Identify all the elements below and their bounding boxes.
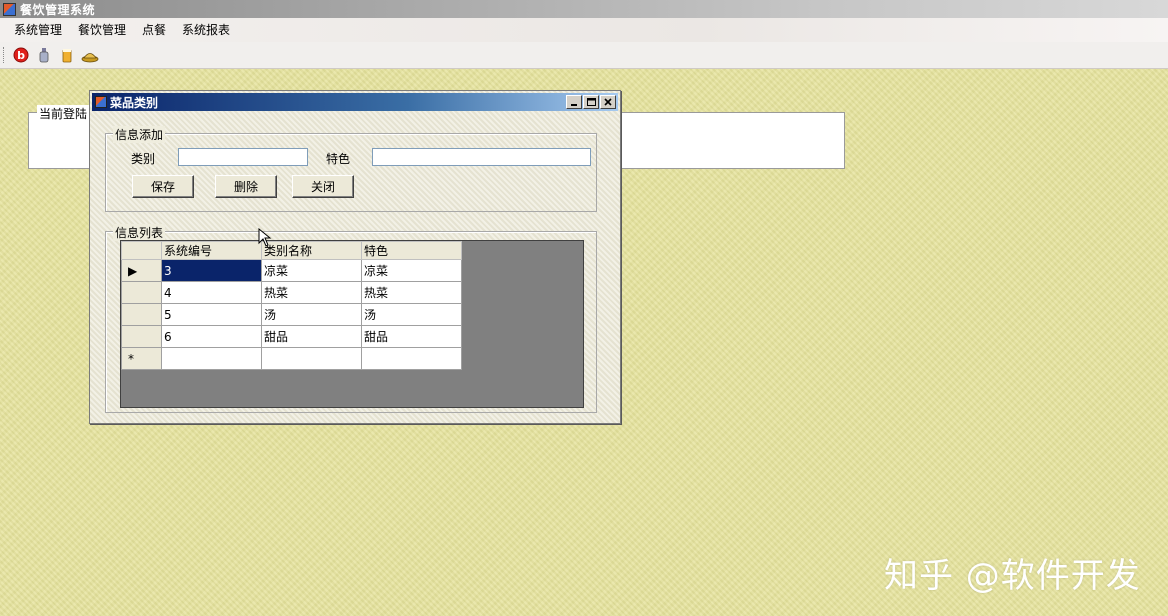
svg-text:b: b (17, 49, 25, 62)
column-header-id[interactable]: 系统编号 (161, 241, 262, 260)
table-cell[interactable]: 热菜 (261, 281, 362, 304)
toolbar-button-4[interactable] (80, 45, 100, 65)
row-header[interactable] (121, 303, 162, 326)
window-controls (565, 95, 616, 109)
maximize-icon (586, 98, 596, 106)
app-title: 餐饮管理系统 (20, 2, 96, 17)
beer-icon (62, 49, 72, 63)
column-header-feature[interactable]: 特色 (361, 241, 462, 260)
app-icon (3, 2, 16, 16)
table-cell[interactable]: 甜品 (361, 325, 462, 348)
table-cell[interactable]: 汤 (261, 303, 362, 326)
toolbar-button-2[interactable] (34, 45, 54, 65)
new-row[interactable]: * (121, 347, 462, 370)
grid-header-row: 系统编号 类别名称 特色 (121, 241, 462, 260)
info-add-legend: 信息添加 (113, 126, 166, 143)
table-row[interactable]: 4 热菜 热菜 (121, 281, 462, 304)
table-cell[interactable] (261, 347, 362, 370)
table-cell[interactable] (161, 347, 262, 370)
category-data-grid[interactable]: 系统编号 类别名称 特色 ▶ 3 凉菜 凉菜 4 热菜 热菜 5 汤 汤 6 甜… (120, 240, 584, 408)
dialog-icon (95, 96, 107, 108)
close-button[interactable]: 关闭 (292, 175, 354, 198)
save-button[interactable]: 保存 (132, 175, 194, 198)
close-icon (604, 98, 612, 106)
baidu-b-icon: b (13, 47, 29, 63)
row-header[interactable] (121, 281, 162, 304)
table-cell[interactable]: 凉菜 (361, 259, 462, 282)
row-header-corner[interactable] (121, 241, 162, 260)
minimize-icon (571, 104, 577, 106)
bottle-icon (39, 48, 49, 63)
table-cell[interactable] (361, 347, 462, 370)
toolbar-button-3[interactable] (57, 45, 77, 65)
maximize-button[interactable] (583, 95, 599, 109)
table-row[interactable]: 6 甜品 甜品 (121, 325, 462, 348)
dialog-title: 菜品类别 (110, 95, 159, 110)
info-add-group: 信息添加 类别 特色 保存 删除 关闭 (105, 126, 597, 212)
info-list-legend: 信息列表 (113, 224, 166, 241)
table-cell[interactable]: 3 (161, 259, 262, 282)
menu-order[interactable]: 点餐 (134, 18, 174, 42)
delete-button[interactable]: 删除 (215, 175, 277, 198)
table-cell[interactable]: 5 (161, 303, 262, 326)
dialog-titlebar[interactable]: 菜品类别 (92, 93, 618, 111)
column-header-name[interactable]: 类别名称 (261, 241, 362, 260)
table-cell[interactable]: 甜品 (261, 325, 362, 348)
minimize-button[interactable] (566, 95, 582, 109)
table-cell[interactable]: 汤 (361, 303, 462, 326)
menu-bar: 系统管理 餐饮管理 点餐 系统报表 (0, 18, 1168, 42)
table-cell[interactable]: 凉菜 (261, 259, 362, 282)
table-row[interactable]: 5 汤 汤 (121, 303, 462, 326)
feature-input[interactable] (372, 148, 591, 166)
mouse-cursor-icon (258, 228, 272, 247)
app-titlebar: 餐饮管理系统 (0, 0, 1168, 18)
close-window-button[interactable] (600, 95, 616, 109)
table-cell[interactable]: 热菜 (361, 281, 462, 304)
toolbar-grip[interactable] (3, 47, 7, 63)
menu-system-management[interactable]: 系统管理 (6, 18, 70, 42)
row-header-new[interactable]: * (121, 347, 162, 370)
table-cell[interactable]: 6 (161, 325, 262, 348)
grid-table: 系统编号 类别名称 特色 ▶ 3 凉菜 凉菜 4 热菜 热菜 5 汤 汤 6 甜… (121, 241, 462, 370)
toolbar-button-1[interactable]: b (11, 45, 31, 65)
table-row[interactable]: ▶ 3 凉菜 凉菜 (121, 259, 462, 282)
menu-system-report[interactable]: 系统报表 (174, 18, 238, 42)
feature-label: 特色 (326, 152, 351, 166)
table-cell[interactable]: 4 (161, 281, 262, 304)
food-plate-icon (81, 53, 99, 63)
toolbar: b (0, 42, 1168, 69)
category-label: 类别 (131, 152, 156, 166)
menu-catering-management[interactable]: 餐饮管理 (70, 18, 134, 42)
row-header[interactable] (121, 325, 162, 348)
category-input[interactable] (178, 148, 308, 166)
row-header-current[interactable]: ▶ (121, 259, 162, 282)
watermark: 知乎 @软件开发 (884, 556, 1141, 596)
login-info-label: 当前登陆 (37, 105, 90, 122)
